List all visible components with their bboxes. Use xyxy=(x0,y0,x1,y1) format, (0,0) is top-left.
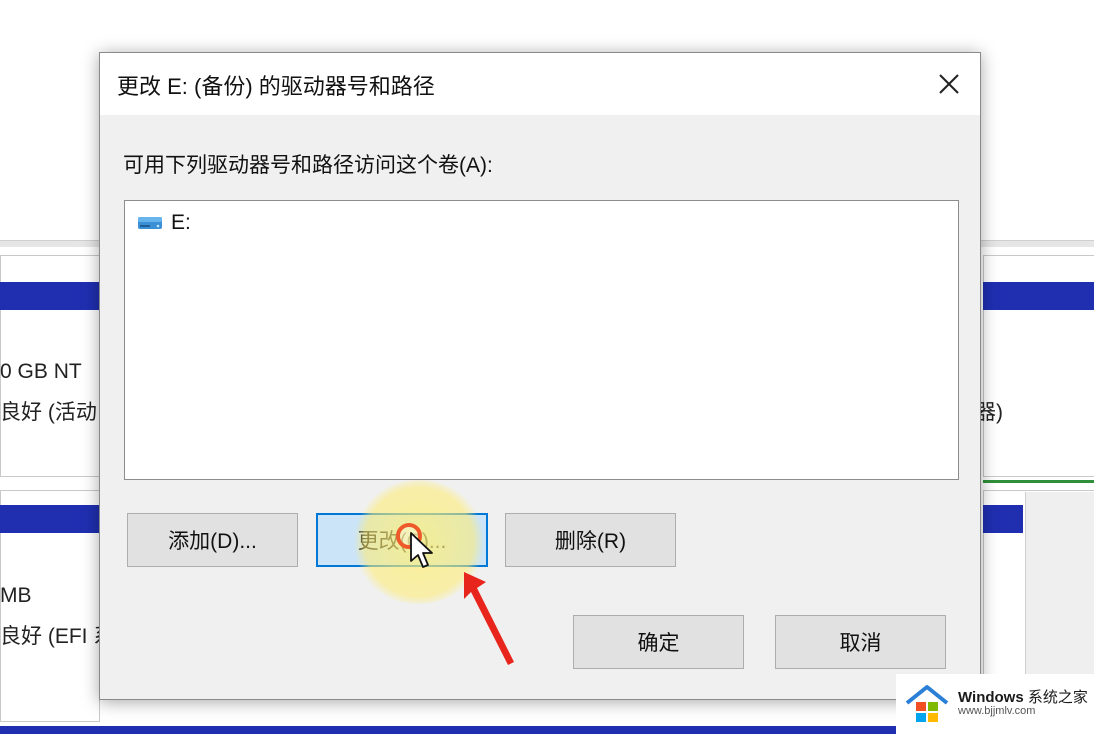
right-scroll-area[interactable] xyxy=(1025,492,1094,682)
watermark: Windows 系统之家 www.bjjmlv.com xyxy=(896,674,1094,734)
right-partition-bar-2 xyxy=(983,505,1023,533)
watermark-brand-cn: 系统之家 xyxy=(1027,689,1088,707)
watermark-brand-en: Windows xyxy=(958,689,1024,707)
left-partition-status-1: 良好 (活动 xyxy=(0,401,97,424)
list-item-label: E: xyxy=(171,211,191,234)
red-arrow-icon xyxy=(464,572,514,665)
ok-button[interactable]: 确定 xyxy=(573,615,744,669)
remove-button[interactable]: 删除(R) xyxy=(505,513,676,567)
close-icon xyxy=(939,74,959,94)
drive-path-listbox[interactable]: E: xyxy=(124,200,959,480)
pointer-cursor-icon xyxy=(410,532,433,568)
left-partition-bar-1 xyxy=(0,282,99,310)
instruction-label: 可用下列驱动器号和路径访问这个卷(A): xyxy=(123,154,493,177)
left-partition-size-2: MB xyxy=(0,584,32,607)
left-partition-size-1: 0 GB NT xyxy=(0,360,82,383)
drive-icon xyxy=(138,217,162,229)
close-button[interactable] xyxy=(918,53,980,115)
left-partition-status-2: 良好 (EFI 系 xyxy=(0,625,115,648)
right-partition-green-line xyxy=(983,480,1094,483)
list-item-drive-e[interactable]: E: xyxy=(137,211,191,235)
cancel-button[interactable]: 取消 xyxy=(775,615,946,669)
dialog-titlebar[interactable]: 更改 E: (备份) 的驱动器号和路径 xyxy=(100,53,980,115)
right-partition-bar-1 xyxy=(983,282,1094,310)
dialog-title: 更改 E: (备份) 的驱动器号和路径 xyxy=(117,74,435,99)
windows-house-logo-icon xyxy=(905,685,949,722)
change-drive-letter-dialog: 更改 E: (备份) 的驱动器号和路径 可用下列驱动器号和路径访问这个卷(A):… xyxy=(99,52,981,700)
watermark-url: www.bjjmlv.com xyxy=(958,705,1036,718)
add-button[interactable]: 添加(D)... xyxy=(127,513,298,567)
left-partition-bar-2 xyxy=(0,505,99,533)
